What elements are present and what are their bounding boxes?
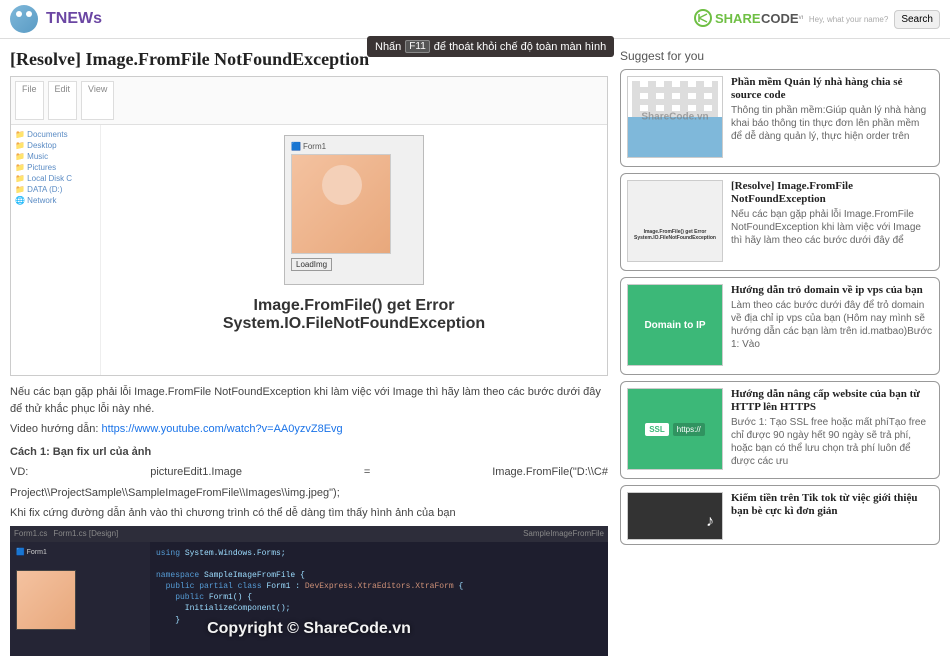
vs-tree: 📁 Documents 📁 Desktop 📁 Music 📁 Pictures… [11,125,101,376]
main-content: [Resolve] Image.FromFile NotFoundExcepti… [0,39,950,666]
method1-note: Khi fix cứng đường dẫn ảnh vào thì chươn… [10,505,608,522]
article-body: Nếu các bạn gặp phải lỗi Image.FromFile … [10,384,608,656]
method1-title: Cách 1: Bạn fix url của ảnh [10,444,608,461]
svg-text:CODE: CODE [761,11,799,26]
card-text: Kiếm tiền trên Tik tok từ việc giới thiệ… [731,492,933,538]
search-button[interactable]: Search [894,10,940,29]
f11-key-badge: F11 [405,40,430,53]
form-titlebar: 🟦Form1 [291,142,417,151]
search-wrapper: Hey, what your name? [809,15,888,24]
header: TNEWs SHARE CODE .vn Hey, what your name… [0,0,950,39]
logo-icon[interactable] [10,5,38,33]
card-title: Phần mềm Quản lý nhà hàng chia sẻ source… [731,76,933,102]
vs-tab: Edit [48,81,78,120]
winforms-window: 🟦Form1 LoadImg [284,135,424,285]
hero-screenshot: File Edit View 📁 Documents 📁 Desktop 📁 M… [10,76,608,376]
card-desc: Bước 1: Tạo SSL free hoặc mất phíTạo fre… [731,416,933,468]
suggest-card[interactable]: ShareCode.vn Phần mềm Quản lý nhà hàng c… [620,69,940,167]
header-right: SHARE CODE .vn Hey, what your name? Sear… [693,6,940,33]
https-badge: https:// [673,423,705,436]
sidebar: Suggest for you ShareCode.vn Phần mềm Qu… [620,49,940,656]
vs-body: 📁 Documents 📁 Desktop 📁 Music 📁 Pictures… [11,125,607,376]
suggest-card[interactable]: [Resolve] Image.FromFile NotFoundExcepti… [620,173,940,271]
card-desc: Làm theo các bước dưới đây để trỏ domain… [731,299,933,351]
suggest-card[interactable]: SSL https:// Hướng dẫn nâng cấp website … [620,381,940,479]
svg-text:SHARE: SHARE [715,11,761,26]
card-desc: Thông tin phần mềm:Giúp quản lý nhà hàng… [731,104,933,143]
overlay-prefix: Nhấn [375,41,401,53]
card-text: Hướng dẫn trỏ domain về ip vps của bạn L… [731,284,933,368]
suggest-card[interactable]: Domain to IP Hướng dẫn trỏ domain về ip … [620,277,940,375]
intro-paragraph: Nếu các bạn gặp phải lỗi Image.FromFile … [10,384,608,417]
card-title: Kiếm tiền trên Tik tok từ việc giới thiệ… [731,492,933,518]
search-hint: Hey, what your name? [809,15,888,24]
card-title: [Resolve] Image.FromFile NotFoundExcepti… [731,180,933,206]
suggest-card[interactable]: Kiếm tiền trên Tik tok từ việc giới thiệ… [620,485,940,545]
picture-edit-image [291,154,391,254]
load-img-button: LoadImg [291,258,332,271]
code-designer-pane: 🟦 Form1 [10,542,150,656]
article-column: [Resolve] Image.FromFile NotFoundExcepti… [10,49,608,656]
method1-code-line2: Project\\ProjectSample\\SampleImageFromF… [10,485,608,502]
sidebar-heading: Suggest for you [620,49,940,63]
card-thumb [627,180,723,262]
code-screenshot: Form1.csForm1.cs [Design]SampleImageFrom… [10,526,608,656]
sharecode-logo[interactable]: SHARE CODE .vn [693,6,803,33]
fullscreen-exit-overlay: Nhấn F11 để thoát khỏi chế độ toàn màn h… [367,36,614,57]
card-thumb: ShareCode.vn [627,76,723,158]
ssl-badge: SSL [645,423,669,436]
vs-tab: File [15,81,44,120]
svg-text:.vn: .vn [797,15,803,21]
error-headline: Image.FromFile() get Error System.IO.Fil… [223,297,485,333]
mini-picture [16,570,76,630]
thumb-watermark: ShareCode.vn [641,112,708,123]
vs-tab: View [81,81,114,120]
video-line: Video hướng dẫn: https://www.youtube.com… [10,421,608,438]
card-thumb [627,492,723,540]
method1-code-line1: VD: pictureEdit1.Image = Image.FromFile(… [10,464,608,481]
card-text: Hướng dẫn nâng cấp website của bạn từ HT… [731,388,933,472]
youtube-link[interactable]: https://www.youtube.com/watch?v=AA0yzvZ8… [101,423,342,435]
site-title[interactable]: TNEWs [46,10,102,28]
card-title: Hướng dẫn nâng cấp website của bạn từ HT… [731,388,933,414]
card-thumb: SSL https:// [627,388,723,470]
watermark-text: Copyright © ShareCode.vn [207,617,411,641]
header-left: TNEWs [10,5,102,33]
card-thumb: Domain to IP [627,284,723,366]
vs-ribbon: File Edit View [11,77,607,125]
overlay-suffix: để thoát khỏi chế độ toàn màn hình [434,41,606,53]
card-title: Hướng dẫn trỏ domain về ip vps của bạn [731,284,933,297]
card-desc: Nếu các bạn gặp phải lỗi Image.FromFile … [731,208,933,247]
card-text: [Resolve] Image.FromFile NotFoundExcepti… [731,180,933,264]
vs-designer: 🟦Form1 LoadImg Image.FromFile() get Erro… [101,125,607,376]
card-text: Phần mềm Quản lý nhà hàng chia sẻ source… [731,76,933,160]
